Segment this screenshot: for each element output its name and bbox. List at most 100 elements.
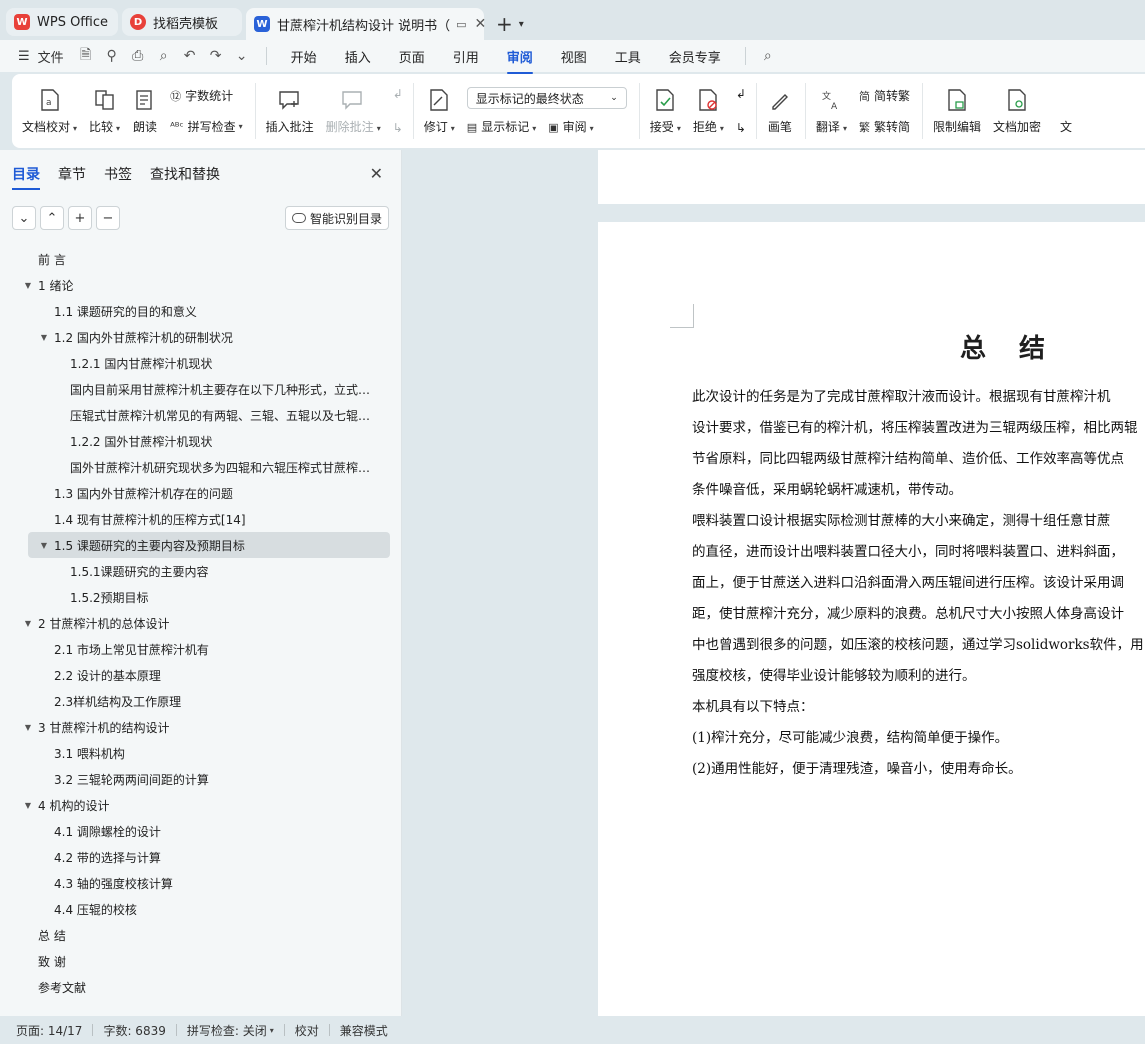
pen-button[interactable]: 画笔 xyxy=(767,87,793,135)
chevron-down-icon[interactable]: ▾ xyxy=(519,19,524,30)
toc-item[interactable]: 1.5.1课题研究的主要内容 xyxy=(0,558,402,584)
tab-templates[interactable]: D 找稻壳模板 xyxy=(122,8,242,36)
tab-home[interactable]: 开始 xyxy=(291,41,317,72)
next-comment-icon[interactable]: ↳ xyxy=(393,121,403,135)
show-markup-button[interactable]: ▤ 显示标记 ▾ xyxy=(467,118,536,135)
toc-item[interactable]: ▼ 1.2 国内外甘蔗榨汁机的研制状况 xyxy=(0,324,402,350)
remove-icon[interactable]: − xyxy=(96,206,120,230)
tab-member[interactable]: 会员专享 xyxy=(669,41,721,72)
save-icon[interactable]: 🗎 xyxy=(74,44,98,68)
toc-item[interactable]: 2.3样机结构及工作原理 xyxy=(0,688,402,714)
spell-check-button[interactable]: ᴬᴮᶜ 拼写检查 ▾ xyxy=(170,118,243,135)
toc-item[interactable]: 1.1 课题研究的目的和意义 xyxy=(0,298,402,324)
toc-item[interactable]: 国外甘蔗榨汁机研究现状多为四辊和六辊压榨式甘蔗榨… xyxy=(0,454,402,480)
read-aloud-button[interactable]: 朗读 xyxy=(132,87,158,135)
close-icon[interactable]: ✕ xyxy=(370,164,383,183)
proof-status[interactable]: 校对 xyxy=(295,1022,319,1039)
close-tab-icon[interactable]: ✕ xyxy=(475,16,487,32)
undo-icon[interactable]: ↶ xyxy=(178,44,202,68)
print-preview-icon[interactable]: ⌕ xyxy=(152,44,176,68)
tab-document[interactable]: W 甘蔗榨汁机结构设计 说明书（ ▭ ✕ xyxy=(246,8,487,40)
toc-item[interactable]: 压辊式甘蔗榨汁机常见的有两辊、三辊、五辊以及七辊… xyxy=(0,402,402,428)
tab-bookmarks[interactable]: 书签 xyxy=(104,160,132,188)
next-revision-icon[interactable]: ↳ xyxy=(736,121,746,135)
tab-insert[interactable]: 插入 xyxy=(345,41,371,72)
encrypt-button[interactable]: 文档加密 xyxy=(993,87,1041,135)
toc-item[interactable]: ▼ 1.5 课题研究的主要内容及预期目标 xyxy=(28,532,390,558)
toc-item[interactable]: 1.5.2预期目标 xyxy=(0,584,402,610)
prev-comment-icon[interactable]: ↲ xyxy=(393,87,403,101)
toc-item[interactable]: 国内目前采用甘蔗榨汁机主要存在以下几种形式，立式… xyxy=(0,376,402,402)
share-icon[interactable]: ⚲ xyxy=(100,44,124,68)
smart-toc-button[interactable]: 智能识别目录 xyxy=(284,206,389,230)
collapse-up-icon[interactable]: ⌃ xyxy=(40,206,64,230)
toc-item-label: 4.4 压辊的校核 xyxy=(54,902,137,917)
tab-tools[interactable]: 工具 xyxy=(615,41,641,72)
review-pane-button[interactable]: ▣ 审阅 ▾ xyxy=(548,118,593,135)
word-count[interactable]: 字数: 6839 xyxy=(103,1022,165,1039)
tab-page[interactable]: 页面 xyxy=(399,41,425,72)
toc-item[interactable]: ▼ 3 甘蔗榨汁机的结构设计 xyxy=(0,714,402,740)
to-traditional-button[interactable]: 简简转繁 xyxy=(859,87,910,104)
print-icon[interactable]: ⎙ xyxy=(126,44,150,68)
expand-arrow-icon[interactable]: ▼ xyxy=(22,281,34,290)
display-state-select[interactable]: 显示标记的最终状态 ⌄ xyxy=(466,87,627,109)
tab-sections[interactable]: 章节 xyxy=(58,160,86,188)
reject-button[interactable]: 拒绝 ▾ xyxy=(693,87,724,135)
search-icon[interactable]: ⌕ xyxy=(756,44,780,68)
restrict-edit-button[interactable]: 限制编辑 xyxy=(933,87,981,135)
expand-down-icon[interactable]: ⌄ xyxy=(12,206,36,230)
compare-button[interactable]: 比较 ▾ xyxy=(89,87,120,135)
tab-find-replace[interactable]: 查找和替换 xyxy=(150,160,220,188)
spell-check-status[interactable]: 拼写检查: 关闭 ▾ xyxy=(187,1022,274,1039)
delete-comment-button[interactable]: 删除批注 ▾ xyxy=(326,87,381,135)
expand-arrow-icon[interactable]: ▼ xyxy=(22,723,34,732)
toc-item[interactable]: 1.4 现有甘蔗榨汁机的压榨方式[14] xyxy=(0,506,402,532)
more-button[interactable]: 文 xyxy=(1053,87,1079,135)
doc-check-button[interactable]: a 文档校对 ▾ xyxy=(22,87,77,135)
accept-button[interactable]: 接受 ▾ xyxy=(650,87,681,135)
add-icon[interactable]: + xyxy=(68,206,92,230)
expand-arrow-icon[interactable]: ▼ xyxy=(22,801,34,810)
document-page[interactable]: 总 结 此次设计的任务是为了完成甘蔗榨取汁液而设计。根据现有甘蔗榨汁机 设计要求，… xyxy=(598,222,1145,1016)
expand-arrow-icon[interactable]: ▼ xyxy=(38,333,50,342)
redo-icon[interactable]: ↷ xyxy=(204,44,228,68)
prev-revision-icon[interactable]: ↲ xyxy=(736,87,746,101)
revise-button[interactable]: 修订 ▾ xyxy=(424,87,455,135)
toc-item[interactable]: 2.1 市场上常见甘蔗榨汁机有 xyxy=(0,636,402,662)
monitor-icon[interactable]: ▭ xyxy=(456,18,466,31)
toc-item[interactable]: 总 结 xyxy=(0,922,402,948)
toc-item[interactable]: 4.1 调隙螺栓的设计 xyxy=(0,818,402,844)
toc-item[interactable]: ▼ 2 甘蔗榨汁机的总体设计 xyxy=(0,610,402,636)
tab-toc[interactable]: 目录 xyxy=(12,160,40,190)
toc-item[interactable]: 1.2.1 国内甘蔗榨汁机现状 xyxy=(0,350,402,376)
toc-item[interactable]: 3.2 三辊轮两两间间距的计算 xyxy=(0,766,402,792)
word-count-button[interactable]: ⑫ 字数统计 xyxy=(170,87,243,104)
expand-arrow-icon[interactable]: ▼ xyxy=(38,541,50,550)
file-menu[interactable]: ☰ 文件 xyxy=(18,47,64,66)
toc-item[interactable]: 3.1 喂料机构 xyxy=(0,740,402,766)
tab-view[interactable]: 视图 xyxy=(561,41,587,72)
toc-item[interactable]: 2.2 设计的基本原理 xyxy=(0,662,402,688)
paragraph-line: 本机具有以下特点： xyxy=(692,699,814,715)
translate-button[interactable]: 文A 翻译 ▾ xyxy=(816,87,847,135)
toc-item[interactable]: 致 谢 xyxy=(0,948,402,974)
tab-review[interactable]: 审阅 xyxy=(506,41,533,74)
more-chevron-icon[interactable]: ⌄ xyxy=(230,44,254,68)
toc-item[interactable]: ▼ 4 机构的设计 xyxy=(0,792,402,818)
toc-item[interactable]: 4.2 带的选择与计算 xyxy=(0,844,402,870)
insert-comment-button[interactable]: 插入批注 xyxy=(266,87,314,135)
tab-wps-office[interactable]: W WPS Office xyxy=(6,8,118,36)
tab-reference[interactable]: 引用 xyxy=(453,41,479,72)
page-count[interactable]: 页面: 14/17 xyxy=(16,1022,82,1039)
expand-arrow-icon[interactable]: ▼ xyxy=(22,619,34,628)
toc-item[interactable]: 4.3 轴的强度校核计算 xyxy=(0,870,402,896)
toc-item[interactable]: 1.3 国内外甘蔗榨汁机存在的问题 xyxy=(0,480,402,506)
to-simplified-button[interactable]: 繁繁转简 xyxy=(859,118,910,135)
toc-item[interactable]: ▼ 1 绪论 xyxy=(0,272,402,298)
toc-item[interactable]: 1.2.2 国外甘蔗榨汁机现状 xyxy=(0,428,402,454)
toc-item[interactable]: 4.4 压辊的校核 xyxy=(0,896,402,922)
toc-item[interactable]: 前 言 xyxy=(0,246,402,272)
new-tab-button[interactable]: + ▾ xyxy=(488,8,524,40)
toc-item[interactable]: 参考文献 xyxy=(0,974,402,1000)
